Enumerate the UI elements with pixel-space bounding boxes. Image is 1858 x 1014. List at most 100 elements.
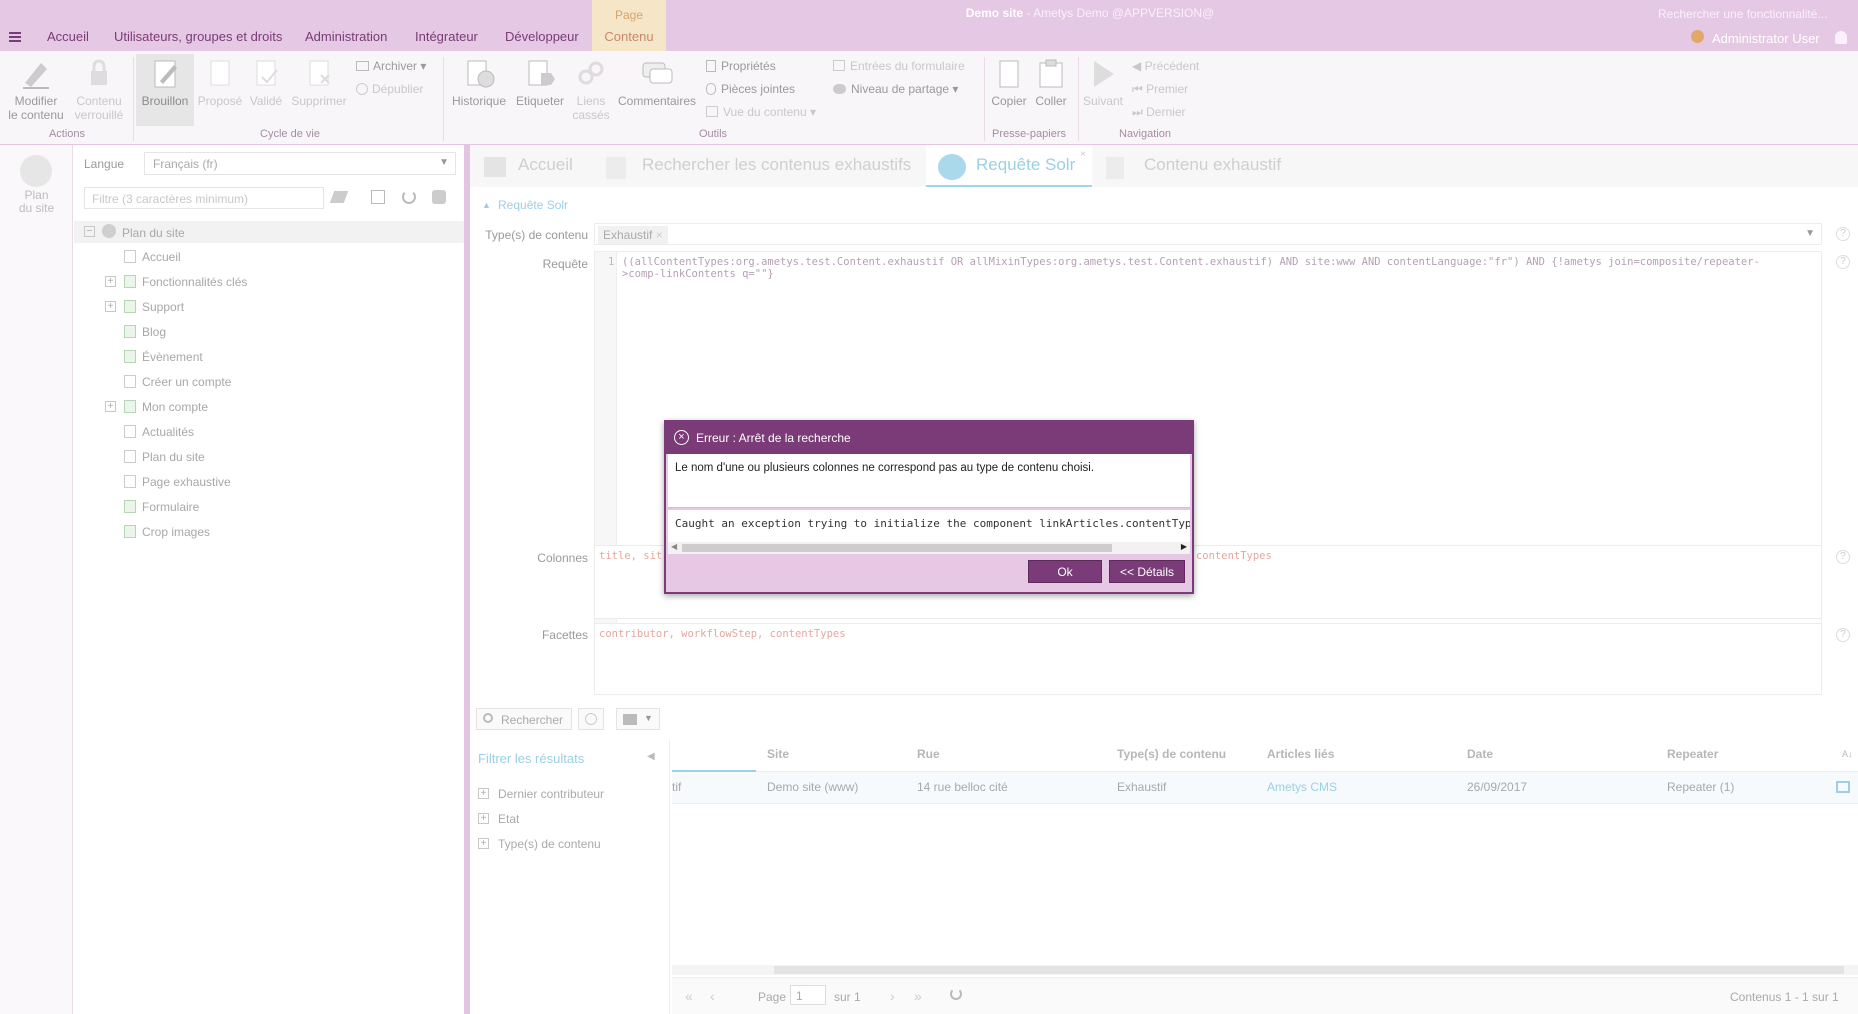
user-name[interactable]: Administrator User — [1712, 31, 1820, 46]
page-input[interactable]: 1 — [790, 985, 826, 1005]
column-header-repeater[interactable]: Repeater — [1667, 747, 1718, 761]
help-icon[interactable]: ? — [1836, 550, 1850, 564]
tree-item-blog[interactable]: Blog — [124, 325, 166, 339]
sort-az-icon[interactable]: A↓ — [1842, 749, 1853, 759]
locked-content-button[interactable]: Contenu verrouillé — [68, 57, 130, 122]
next-page-icon[interactable]: › — [890, 988, 895, 1004]
facet-contributor[interactable]: Dernier contributeur — [498, 787, 604, 801]
content-type-field[interactable]: Exhaustif × ▼ — [594, 223, 1822, 245]
tree-item-page-exhaustive[interactable]: Page exhaustive — [124, 475, 231, 489]
column-header-street[interactable]: Rue — [917, 747, 940, 761]
scrollbar-thumb[interactable] — [774, 966, 1844, 974]
tree-item-fonctionnalites[interactable]: Fonctionnalités clés — [124, 275, 247, 289]
modify-content-button[interactable]: Modifier le contenu — [4, 57, 68, 122]
tree-item-evenement[interactable]: Évènement — [124, 350, 203, 364]
expand-icon[interactable]: + — [105, 401, 116, 412]
share-level-button[interactable]: Niveau de partage ▾ — [833, 82, 958, 96]
facets-editor[interactable]: contributor, workflowStep, contentTypes — [594, 623, 1822, 695]
tab-contenu[interactable]: Contenu — [592, 29, 666, 44]
scroll-left-icon[interactable]: ◀ — [671, 542, 677, 551]
column-header-linked-articles[interactable]: Articles liés — [1267, 747, 1334, 761]
puzzle-icon[interactable] — [432, 190, 446, 204]
tab-accueil[interactable]: Accueil — [47, 29, 89, 44]
column-header-content-type[interactable]: Type(s) de contenu — [1117, 747, 1226, 761]
column-header-date[interactable]: Date — [1467, 747, 1493, 761]
tree-root[interactable]: Plan du site — [122, 226, 185, 240]
last-button[interactable]: ⏭ Dernier — [1132, 105, 1186, 120]
comments-button[interactable]: Commentaires — [614, 57, 700, 108]
eraser-icon[interactable] — [329, 191, 349, 203]
column-header-site[interactable]: Site — [767, 747, 789, 761]
expand-icon[interactable]: + — [105, 301, 116, 312]
horizontal-scrollbar[interactable] — [672, 965, 1858, 975]
last-page-icon[interactable]: » — [914, 988, 922, 1004]
expand-facet-icon[interactable]: + — [478, 813, 489, 824]
first-page-icon[interactable]: « — [685, 988, 693, 1004]
refresh-icon[interactable] — [402, 190, 416, 204]
delete-button[interactable]: Supprimer — [288, 57, 350, 108]
propose-button[interactable]: Proposé — [196, 57, 244, 108]
close-tab-icon[interactable]: × — [1080, 149, 1086, 160]
broken-links-button[interactable]: Liens cassés — [569, 57, 613, 122]
draft-button[interactable]: Brouillon — [136, 54, 194, 126]
properties-button[interactable]: Propriétés — [706, 59, 776, 73]
next-button[interactable]: Suivant — [1080, 57, 1126, 108]
cell-linked-articles-link[interactable]: Ametys CMS — [1267, 780, 1337, 794]
tree-item-creer-compte[interactable]: Créer un compte — [124, 375, 231, 389]
sitemap-side-tab[interactable]: Plan du site — [0, 145, 73, 1014]
tree-item-accueil[interactable]: Accueil — [124, 250, 181, 264]
unpublish-button[interactable]: Dépublier — [356, 82, 423, 96]
paste-button[interactable]: Coller — [1030, 57, 1072, 108]
chevron-left-icon[interactable]: ◀ — [647, 751, 655, 762]
tab-search-exhaustive[interactable]: Rechercher les contenus exhaustifs — [642, 155, 911, 175]
expand-facet-icon[interactable]: + — [478, 838, 489, 849]
dialog-header[interactable]: × Erreur : Arrêt de la recherche — [666, 422, 1192, 454]
feature-search-input[interactable]: Rechercher une fonctionnalité... — [1658, 7, 1827, 21]
filter-results-title[interactable]: Filtrer les résultats — [478, 751, 584, 766]
cancel-search-button[interactable] — [578, 708, 604, 730]
details-button[interactable]: << Détails — [1109, 560, 1185, 583]
help-icon[interactable]: ? — [1836, 628, 1850, 642]
language-select[interactable]: Français (fr) ▼ — [144, 152, 456, 175]
scroll-right-icon[interactable]: ▶ — [1181, 542, 1187, 551]
tag-button[interactable]: Etiqueter — [511, 57, 569, 108]
dialog-detail-area[interactable]: Caught an exception trying to initialize… — [668, 510, 1190, 554]
content-type-tag[interactable]: Exhaustif × — [598, 226, 668, 244]
search-button[interactable]: Rechercher — [476, 708, 572, 730]
expand-icon[interactable]: + — [105, 276, 116, 287]
tree-item-formulaire[interactable]: Formulaire — [124, 500, 199, 514]
hamburger-menu-icon[interactable] — [9, 32, 21, 42]
collapse-all-icon[interactable] — [371, 190, 385, 204]
tab-integrator[interactable]: Intégrateur — [415, 29, 478, 44]
tab-exhaustive-content[interactable]: Contenu exhaustif — [1144, 155, 1281, 175]
attachments-button[interactable]: Pièces jointes — [706, 82, 795, 96]
help-icon[interactable]: ? — [1836, 255, 1850, 269]
validate-button[interactable]: Validé — [244, 57, 288, 108]
tree-item-support[interactable]: Support — [124, 300, 184, 314]
tree-item-actualites[interactable]: Actualités — [124, 425, 194, 439]
expand-facet-icon[interactable]: + — [478, 788, 489, 799]
first-button[interactable]: ⏮ Premier — [1132, 82, 1188, 97]
copy-button[interactable]: Copier — [988, 57, 1030, 108]
tag-remove-icon[interactable]: × — [656, 228, 663, 242]
bell-icon[interactable] — [1835, 31, 1847, 44]
history-button[interactable]: Historique — [447, 57, 511, 108]
previous-button[interactable]: ◀ Précédent — [1132, 59, 1199, 73]
tree-item-plan[interactable]: Plan du site — [124, 450, 205, 464]
archive-button[interactable]: Archiver ▾ — [356, 59, 426, 73]
tree-item-mon-compte[interactable]: Mon compte — [124, 400, 208, 414]
content-view-button[interactable]: Vue du contenu ▾ — [706, 105, 816, 119]
detail-scrollbar[interactable]: ◀ ▶ — [668, 542, 1190, 554]
refresh-icon[interactable] — [950, 988, 962, 1000]
scrollbar-thumb[interactable] — [682, 544, 1112, 552]
tab-users-groups-rights[interactable]: Utilisateurs, groupes et droits — [114, 29, 282, 44]
tab-developer[interactable]: Développeur — [505, 29, 579, 44]
tree-filter-input[interactable]: Filtre (3 caractères minimum) — [84, 187, 324, 209]
facet-content-type[interactable]: Type(s) de contenu — [498, 837, 601, 851]
export-button[interactable]: ▼ — [616, 708, 660, 730]
open-content-icon[interactable] — [1836, 781, 1850, 793]
form-entries-button[interactable]: Entrées du formulaire — [833, 59, 965, 73]
section-title[interactable]: Requête Solr — [498, 198, 568, 212]
facet-state[interactable]: Etat — [498, 812, 519, 826]
tab-administration[interactable]: Administration — [305, 29, 387, 44]
